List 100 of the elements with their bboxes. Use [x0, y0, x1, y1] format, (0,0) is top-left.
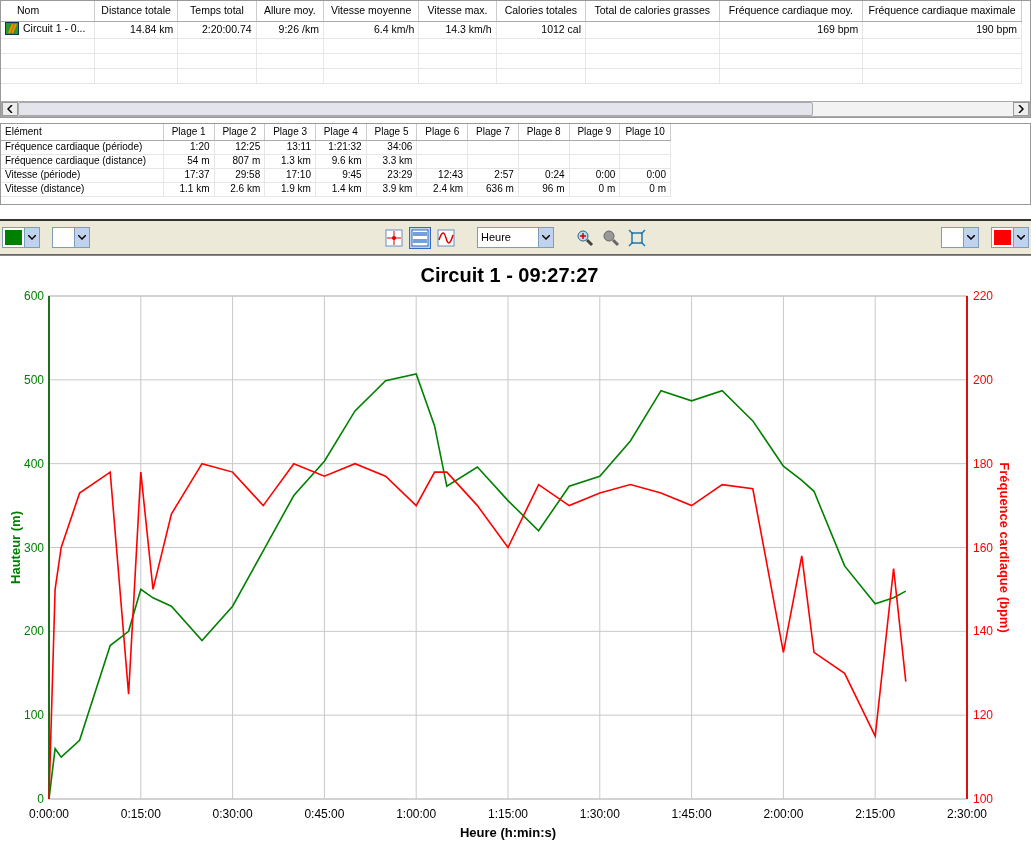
axis-select[interactable]: Heure — [477, 227, 554, 248]
x-tick-label: 2:15:00 — [855, 807, 896, 821]
y-tick-label: 100 — [23, 708, 44, 723]
y-tick-label: 500 — [23, 372, 44, 387]
table-cell: 14.84 km — [130, 23, 174, 35]
column-header[interactable]: Calories totales — [496, 1, 586, 21]
scroll-left-button[interactable] — [2, 102, 18, 116]
x-tick-label: 1:30:00 — [579, 807, 620, 821]
y-tick-label: 0 — [37, 792, 44, 806]
chevron-left-icon — [7, 105, 13, 114]
table-cell: 169 bpm — [817, 23, 859, 35]
table-cell: 0 m — [598, 183, 616, 194]
table-cell: 807 m — [232, 155, 261, 166]
table-cell: Fréquence cardiaque (période) — [5, 141, 143, 152]
toolbar-toggle[interactable] — [383, 226, 405, 249]
column-header[interactable]: Plage 2 — [214, 124, 265, 140]
y2-tick-label: 140 — [973, 624, 994, 639]
table-cell: 1.3 km — [280, 155, 311, 166]
x-tick-label: 2:30:00 — [947, 807, 987, 821]
table-cell: 23:29 — [387, 169, 413, 180]
x-tick-label: 1:45:00 — [671, 807, 712, 821]
table-cell: 1:20 — [190, 141, 210, 152]
column-header[interactable]: Plage 5 — [366, 124, 417, 140]
table-cell: 13:11 — [286, 141, 311, 152]
x-tick-label: 0:30:00 — [212, 807, 253, 821]
crosshair-icon — [385, 228, 403, 247]
table-cell: 2.6 km — [230, 183, 261, 194]
y2-tick-label: 200 — [973, 372, 994, 387]
table-cell: 3.3 km — [382, 155, 413, 166]
table-cell: 1.9 km — [280, 183, 311, 194]
table-cell: 0:00 — [646, 169, 666, 180]
y2-tick-label: 180 — [973, 456, 994, 471]
color-picker[interactable] — [2, 227, 40, 248]
column-header[interactable]: Fréquence cardiaque moy. — [719, 1, 863, 21]
column-header[interactable]: Plage 6 — [416, 124, 468, 140]
column-header[interactable]: Elément — [1, 124, 164, 140]
table-cell: 2:20:00.74 — [201, 23, 252, 35]
column-header[interactable]: Vitesse moyenne — [323, 1, 419, 21]
table-cell: 0:00 — [595, 169, 616, 180]
column-header[interactable]: Distance totale — [94, 1, 178, 21]
zoom-out-icon — [602, 228, 620, 247]
y2-tick-label: 160 — [973, 540, 994, 555]
table-cell: 1012 cal — [541, 23, 581, 35]
table-cell: 3.9 km — [382, 183, 413, 194]
table-cell: 2:57 — [494, 169, 514, 180]
x-tick-label: 0:15:00 — [120, 807, 161, 821]
color-picker[interactable] — [941, 227, 979, 248]
y2-axis-title: Fréquence cardiaque (bpm) — [997, 462, 1012, 633]
route-icon — [5, 21, 19, 35]
column-header[interactable]: Total de calories grasses — [585, 1, 720, 21]
y-tick-label: 600 — [23, 289, 44, 303]
table-cell: 9:26 /km — [278, 23, 319, 35]
column-header[interactable]: Plage 8 — [518, 124, 570, 140]
column-header[interactable]: Temps total — [177, 1, 257, 21]
caret-icon — [78, 235, 86, 241]
column-header[interactable]: Plage 1 — [163, 124, 214, 140]
toolbar-toggle[interactable] — [409, 226, 431, 249]
fit-frame-icon — [628, 228, 646, 247]
scrollbar-thumb[interactable] — [18, 102, 813, 116]
table-cell: 190 bpm — [976, 23, 1017, 35]
y-axis-title: Hauteur (m) — [8, 511, 23, 584]
scroll-right-button[interactable] — [1013, 102, 1029, 116]
column-header[interactable]: Plage 4 — [315, 124, 367, 140]
table-cell: 9:45 — [342, 169, 362, 180]
fit-button[interactable] — [626, 226, 648, 249]
table-cell: Vitesse (distance) — [5, 183, 85, 194]
x-axis-title: Heure (h:min:s) — [459, 825, 557, 840]
caret-icon — [967, 235, 975, 241]
chart-title: Circuit 1 - 09:27:27 — [420, 264, 599, 286]
wave-icon — [437, 228, 455, 247]
y-tick-label: 300 — [23, 540, 44, 555]
table-cell: 54 m — [187, 155, 210, 166]
column-header[interactable]: Vitesse max. — [418, 1, 497, 21]
toolbar-toggle[interactable] — [435, 226, 457, 249]
table-cell: Vitesse (période) — [5, 169, 81, 180]
horizontal-scrollbar[interactable] — [1, 101, 1030, 117]
table-cell: 2.4 km — [433, 183, 464, 194]
color-picker[interactable] — [52, 227, 90, 248]
caret-icon — [542, 235, 550, 241]
column-header[interactable]: Fréquence cardiaque maximale — [862, 1, 1022, 21]
column-header[interactable]: Plage 7 — [467, 124, 519, 140]
chevron-right-icon — [1018, 105, 1024, 114]
table-cell: 12:43 — [438, 169, 464, 180]
x-tick-label: 1:00:00 — [396, 807, 437, 821]
table-cell: 0 m — [649, 183, 666, 194]
caret-icon — [1017, 235, 1025, 241]
column-header[interactable]: Allure moy. — [256, 1, 324, 21]
x-tick-label: 2:00:00 — [763, 807, 804, 821]
table-cell: 1:21:32 — [328, 141, 362, 152]
table-cell: 6.4 km/h — [374, 23, 415, 35]
table-cell: 34:06 — [387, 141, 413, 152]
table-cell: 1.1 km — [179, 183, 210, 194]
column-header[interactable]: Plage 3 — [264, 124, 316, 140]
column-header[interactable]: Plage 10 — [619, 124, 671, 140]
table-cell: 9.6 km — [331, 155, 362, 166]
column-header[interactable]: Nom — [1, 1, 95, 21]
color-picker[interactable] — [991, 227, 1029, 248]
column-header[interactable]: Plage 9 — [569, 124, 620, 140]
table-cell: 0:24 — [545, 169, 565, 180]
table-cell[interactable]: Circuit 1 - 0... — [5, 21, 86, 35]
